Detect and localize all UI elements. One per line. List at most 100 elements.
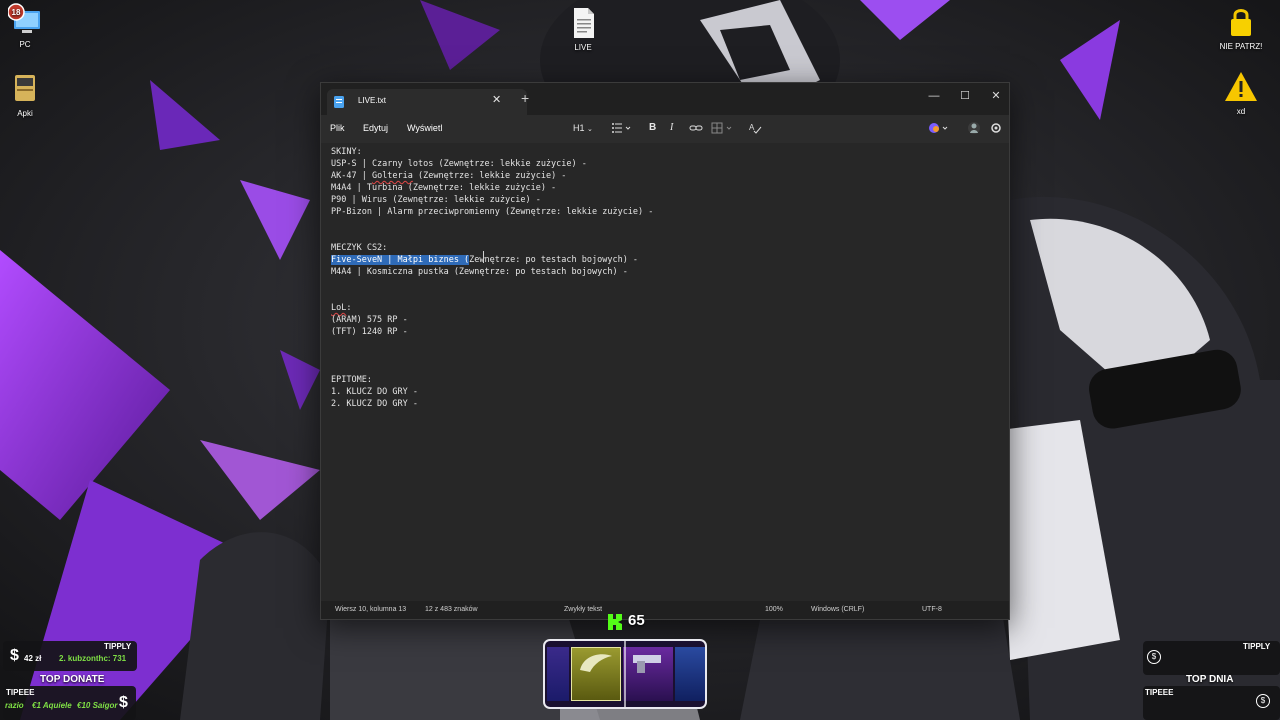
document-line: AK-47 | Golteria (Zewnętrze: lekkie zuży… [331, 171, 567, 181]
document-line: SKINY: [331, 147, 362, 157]
desktop-icon-nie-patrz[interactable]: NIE PATRZ! [1206, 5, 1276, 51]
list-button[interactable] [611, 121, 633, 135]
avatar-glyph [968, 122, 980, 134]
padlock-icon [1231, 9, 1251, 36]
kick-logo-icon [608, 614, 622, 630]
tipply-widget-left: TIPPLY $ 42 zł 2. kubzonthc: 731 [3, 641, 137, 671]
settings-gear-icon[interactable] [989, 121, 1003, 135]
link-icon[interactable] [689, 121, 703, 135]
link-glyph [689, 125, 703, 131]
text-cursor [483, 251, 484, 263]
svg-text:18: 18 [12, 8, 21, 17]
maximize-button[interactable]: ☐ [950, 87, 980, 105]
tipply-brand: TIPPLY [1243, 642, 1271, 651]
bullet-list-icon [612, 123, 631, 133]
warning-icon [1225, 72, 1257, 101]
document-line: M4A4 | Turbina (Zewnętrze: lekkie zużyci… [331, 183, 557, 193]
spellcheck-icon[interactable]: A [748, 121, 762, 135]
tipeee-widget-right: TIPEEE $ [1143, 686, 1280, 720]
case-pointer [624, 641, 626, 707]
table-button[interactable] [711, 121, 735, 135]
pistol-skin-icon [633, 655, 661, 673]
case-item-card [675, 647, 705, 701]
tipeee-entry: €1 Aquiele [32, 701, 72, 710]
tipeee-entry: razio [5, 701, 24, 710]
menu-file[interactable]: Plik [330, 123, 345, 133]
copilot-button[interactable] [928, 121, 950, 135]
case-item-card-selected [571, 647, 621, 701]
new-tab-icon[interactable]: + [521, 90, 529, 106]
tipeee-widget-left: TIPEEE razio €1 Aquiele €10 Saigor $ [3, 686, 136, 720]
heading-select-value: H1 [573, 123, 585, 133]
minimize-button[interactable]: — [919, 87, 949, 105]
document-line: MECZYK CS2: [331, 243, 388, 253]
close-window-button[interactable]: ✕ [981, 87, 1011, 105]
apps-icon [15, 75, 35, 101]
document-line: 2. KLUCZ DO GRY - [331, 399, 418, 409]
copilot-icon [929, 123, 948, 133]
tipply-widget-right: TIPPLY $ [1143, 641, 1280, 675]
notepad-window: LIVE.txt ✕ + — ☐ ✕ Plik Edytuj Wyświetl … [320, 82, 1010, 620]
desktop-icon-label: PC [19, 40, 31, 49]
menu-edit[interactable]: Edytuj [363, 123, 388, 133]
misspelled-word[interactable]: Golteria [372, 171, 413, 181]
case-opening-widget [543, 639, 707, 709]
italic-icon[interactable]: I [670, 122, 673, 133]
bold-icon[interactable]: B [649, 122, 656, 133]
title-bar[interactable]: LIVE.txt ✕ + — ☐ ✕ [321, 83, 1009, 115]
dollar-circle-icon: $ [1256, 694, 1270, 708]
account-avatar-icon[interactable] [967, 121, 981, 135]
document-line: Five-SeveN | Małpi biznes (Zewnętrze: po… [331, 255, 639, 265]
text-file-icon [574, 8, 594, 38]
desktop-icon-live[interactable]: LIVE [548, 6, 618, 52]
close-tab-icon[interactable]: ✕ [492, 93, 501, 106]
status-cursor-position: Wiersz 10, kolumna 13 [335, 606, 407, 613]
case-item-card [547, 647, 569, 701]
case-item-card [623, 647, 673, 701]
tab-title: LIVE.txt [358, 96, 387, 105]
spellcheck-glyph: A [749, 123, 762, 134]
misspelled-word[interactable]: LoL [331, 303, 346, 313]
status-encoding[interactable]: UTF-8 [922, 606, 942, 613]
status-bar: Wiersz 10, kolumna 13 12 z 483 znaków Zw… [321, 601, 1009, 619]
desktop-icon-label: xd [1236, 107, 1246, 116]
heading-select[interactable]: H1 ⌄ [573, 123, 593, 133]
text-editor[interactable]: SKINY: USP-S | Czarny lotos (Zewnętrze: … [321, 143, 1009, 601]
document-line: EPITOME: [331, 375, 372, 385]
menu-bar: Plik Edytuj Wyświetl H1 ⌄ B I A [321, 115, 1009, 143]
document-line: (TFT) 1240 RP - [331, 327, 408, 337]
knife-skin-icon [580, 654, 612, 672]
chevron-down-icon: ⌄ [587, 126, 593, 133]
desktop-icon-label: LIVE [574, 43, 592, 52]
kick-viewer-count: 65 [628, 612, 645, 629]
document-line: M4A4 | Kosmiczna pustka (Zewnętrze: po t… [331, 267, 628, 277]
tipeee-brand: TIPEEE [6, 688, 35, 697]
desktop-icon-apps[interactable]: Apki [0, 72, 60, 118]
dollar-circle-icon: $ [1147, 650, 1161, 664]
tipeee-brand: TIPEEE [1145, 688, 1174, 697]
dollar-icon: $ [119, 694, 128, 711]
table-icon [711, 122, 732, 134]
status-zoom[interactable]: 100% [765, 606, 783, 613]
tab-live-txt[interactable]: LIVE.txt ✕ [327, 89, 527, 115]
status-selection-count: 12 z 483 znaków [425, 606, 478, 613]
top-dnia-label: TOP DNIA [1186, 674, 1234, 685]
desktop-icon-label: NIE PATRZ! [1219, 42, 1263, 51]
desktop-icon-pc[interactable]: 18 PC [0, 3, 60, 49]
document-text[interactable]: SKINY: USP-S | Czarny lotos (Zewnętrze: … [331, 146, 653, 410]
gear-glyph [991, 123, 1001, 133]
document-line: USP-S | Czarny lotos (Zewnętrze: lekkie … [331, 159, 587, 169]
document-line: P90 | Wirus (Zewnętrze: lekkie zużycie) … [331, 195, 541, 205]
selected-text: Five-SeveN | Małpi biznes ( [331, 255, 470, 265]
status-format[interactable]: Zwykły tekst [564, 606, 602, 613]
tipply-amount: 42 zł [24, 654, 42, 663]
desktop-icon-xd[interactable]: xd [1206, 70, 1276, 116]
document-line: LoL: [331, 303, 352, 313]
document-line: 1. KLUCZ DO GRY - [331, 387, 418, 397]
desktop-icon-label: Apki [17, 109, 33, 118]
dollar-icon: $ [10, 647, 19, 664]
notepad-icon [334, 96, 344, 108]
status-line-ending[interactable]: Windows (CRLF) [811, 606, 864, 613]
menu-view[interactable]: Wyświetl [407, 123, 442, 133]
svg-text:A: A [749, 123, 755, 132]
